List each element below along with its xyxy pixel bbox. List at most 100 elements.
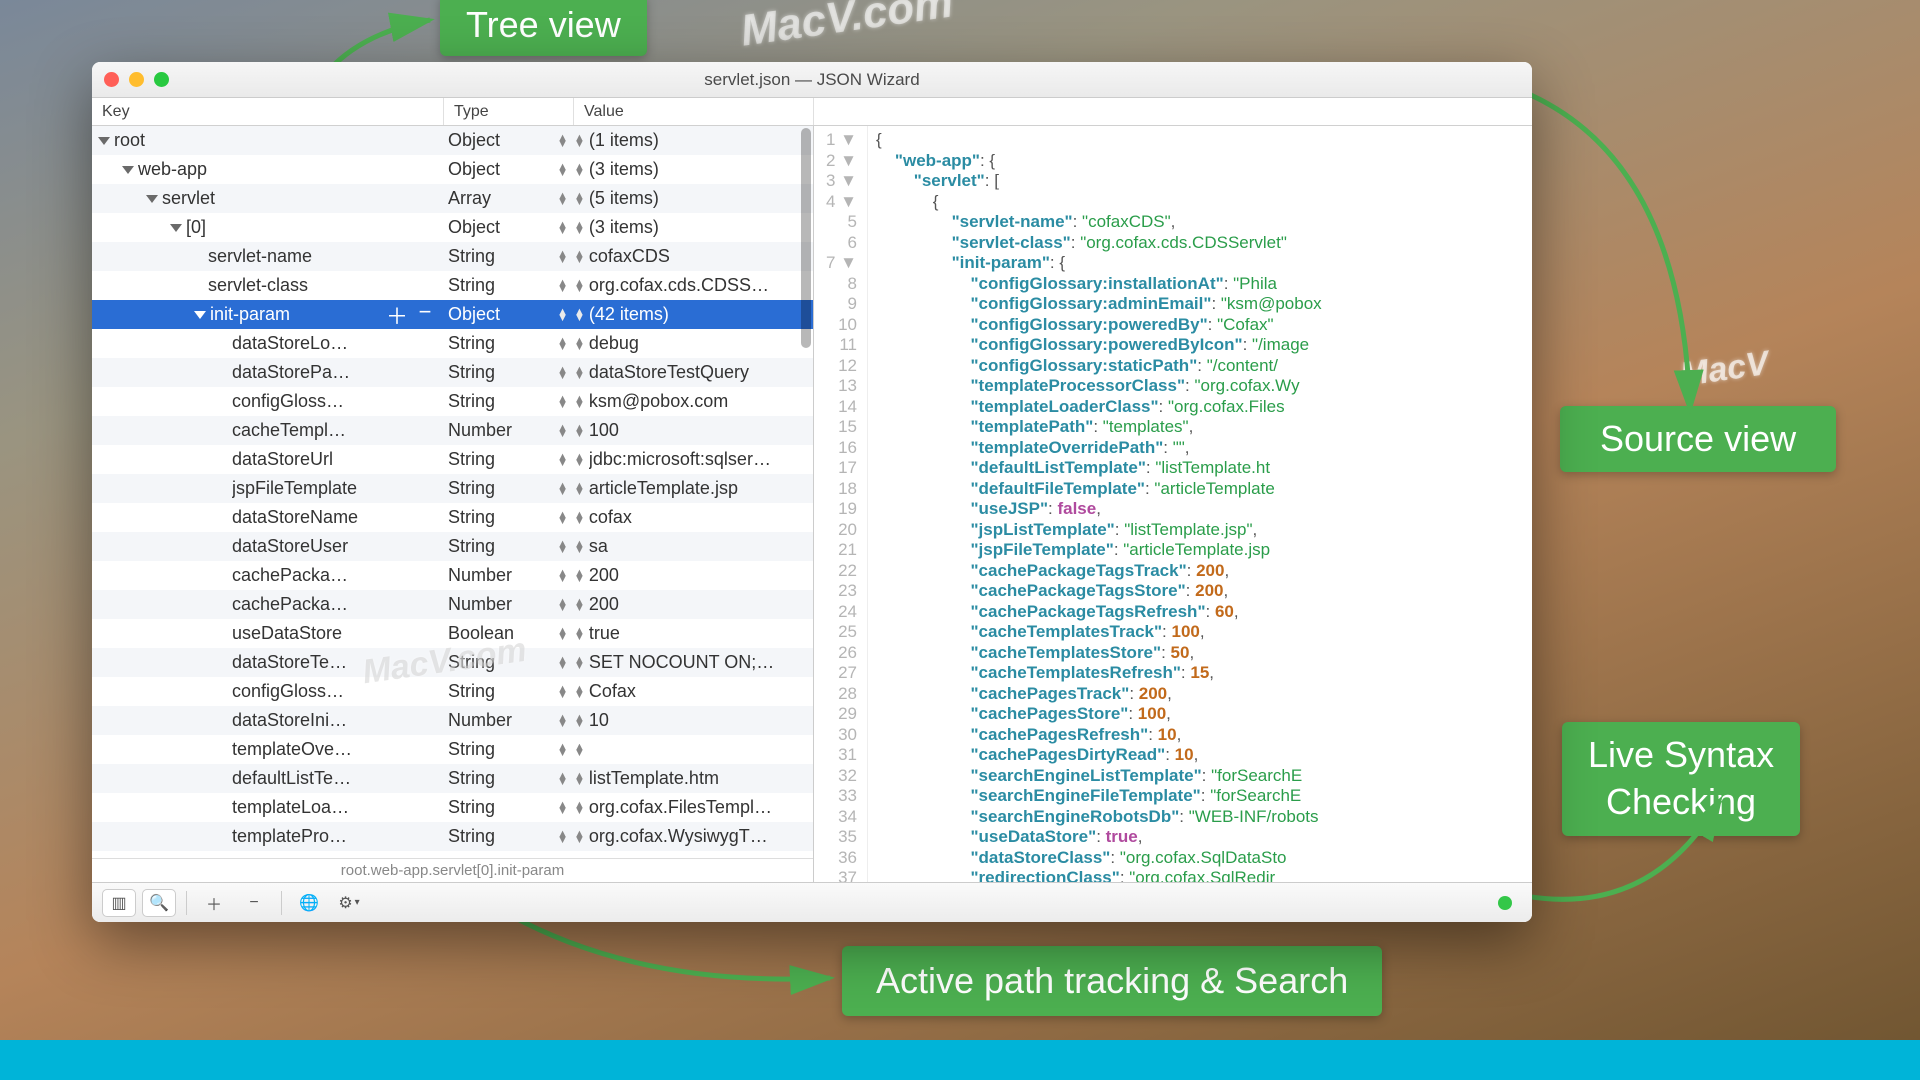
disclosure-triangle-icon[interactable]	[170, 224, 182, 232]
value-label[interactable]: Cofax	[589, 681, 636, 702]
remove-node-button[interactable]: −	[416, 299, 434, 331]
tree-row[interactable]: jspFileTemplateString▲▼▲▼articleTemplate…	[92, 474, 813, 503]
code-line[interactable]: "web-app": {	[876, 151, 1532, 172]
source-pane[interactable]: 1 ▼2 ▼3 ▼4 ▼567 ▼89101112131415161718192…	[814, 126, 1532, 882]
type-select[interactable]: String	[448, 536, 495, 557]
disclosure-triangle-icon[interactable]	[146, 195, 158, 203]
type-select[interactable]: Number	[448, 565, 512, 586]
type-select[interactable]: String	[448, 507, 495, 528]
type-select[interactable]: Object	[448, 304, 500, 325]
value-label[interactable]: cofax	[589, 507, 632, 528]
tree-row[interactable]: dataStoreLo…String▲▼▲▼debug	[92, 329, 813, 358]
code-line[interactable]: "searchEngineFileTemplate": "forSearchE	[876, 786, 1532, 807]
code-line[interactable]: "configGlossary:poweredBy": "Cofax"	[876, 315, 1532, 336]
code-line[interactable]: "servlet-class": "org.cofax.cds.CDSServl…	[876, 233, 1532, 254]
value-label[interactable]: org.cofax.WysiwygT…	[589, 826, 768, 847]
type-select[interactable]: Object	[448, 130, 500, 151]
value-label[interactable]: 200	[589, 594, 619, 615]
value-label[interactable]: 10	[589, 710, 609, 731]
code-line[interactable]: "dataStoreClass": "org.cofax.SqlDataSto	[876, 848, 1532, 869]
type-select[interactable]: String	[448, 246, 495, 267]
type-select[interactable]: Array	[448, 188, 491, 209]
tree-row[interactable]: templateOve…String▲▼▲▼	[92, 735, 813, 764]
value-label[interactable]: true	[589, 623, 620, 644]
code-line[interactable]: "cachePagesRefresh": 10,	[876, 725, 1532, 746]
code-line[interactable]: "templateOverridePath": "",	[876, 438, 1532, 459]
code-line[interactable]: "cachePagesTrack": 200,	[876, 684, 1532, 705]
type-select[interactable]: String	[448, 797, 495, 818]
code-line[interactable]: "useDataStore": true,	[876, 827, 1532, 848]
add-button[interactable]: ＋	[197, 889, 231, 917]
tree-row[interactable]: templatePro…String▲▼▲▼org.cofax.WysiwygT…	[92, 822, 813, 851]
value-label[interactable]: 100	[589, 420, 619, 441]
code-line[interactable]: "redirectionClass": "org.cofax.SqlRedir	[876, 868, 1532, 882]
code-line[interactable]: "cachePackageTagsRefresh": 60,	[876, 602, 1532, 623]
line-number[interactable]: 1 ▼	[814, 130, 857, 151]
value-label[interactable]: (1 items)	[589, 130, 659, 151]
code-line[interactable]: "servlet": [	[876, 171, 1532, 192]
code-line[interactable]: "useJSP": false,	[876, 499, 1532, 520]
tree-row[interactable]: servlet-nameString▲▼▲▼cofaxCDS	[92, 242, 813, 271]
header-type[interactable]: Type	[444, 98, 574, 125]
value-label[interactable]: articleTemplate.jsp	[589, 478, 738, 499]
code-line[interactable]: "defaultFileTemplate": "articleTemplate	[876, 479, 1532, 500]
type-select[interactable]: Object	[448, 217, 500, 238]
code-line[interactable]: "searchEngineListTemplate": "forSearchE	[876, 766, 1532, 787]
type-select[interactable]: String	[448, 478, 495, 499]
code-line[interactable]: "cachePagesDirtyRead": 10,	[876, 745, 1532, 766]
tree-row[interactable]: defaultListTe…String▲▼▲▼listTemplate.htm	[92, 764, 813, 793]
tree-row[interactable]: cachePacka…Number▲▼▲▼200	[92, 561, 813, 590]
tree-row[interactable]: dataStoreUserString▲▼▲▼sa	[92, 532, 813, 561]
value-label[interactable]: org.cofax.cds.CDSS…	[589, 275, 769, 296]
tree-row[interactable]: [0]Object▲▼▲▼(3 items)	[92, 213, 813, 242]
type-select[interactable]: Number	[448, 710, 512, 731]
code-line[interactable]: "configGlossary:staticPath": "/content/	[876, 356, 1532, 377]
code-line[interactable]: "cachePackageTagsStore": 200,	[876, 581, 1532, 602]
type-select[interactable]: Boolean	[448, 623, 514, 644]
code-line[interactable]: {	[876, 192, 1532, 213]
titlebar[interactable]: servlet.json — JSON Wizard	[92, 62, 1532, 98]
header-key[interactable]: Key	[92, 98, 444, 125]
type-select[interactable]: String	[448, 739, 495, 760]
code-line[interactable]: "templatePath": "templates",	[876, 417, 1532, 438]
type-select[interactable]: Object	[448, 159, 500, 180]
value-label[interactable]: (3 items)	[589, 217, 659, 238]
disclosure-triangle-icon[interactable]	[98, 137, 110, 145]
code-line[interactable]: "init-param": {	[876, 253, 1532, 274]
code-line[interactable]: "cacheTemplatesStore": 50,	[876, 643, 1532, 664]
type-select[interactable]: Number	[448, 594, 512, 615]
tree-row[interactable]: templateLoa…String▲▼▲▼org.cofax.FilesTem…	[92, 793, 813, 822]
value-label[interactable]: cofaxCDS	[589, 246, 670, 267]
code-line[interactable]: "configGlossary:installationAt": "Phila	[876, 274, 1532, 295]
tree-row[interactable]: dataStoreUrlString▲▼▲▼jdbc:microsoft:sql…	[92, 445, 813, 474]
type-select[interactable]: String	[448, 391, 495, 412]
code-line[interactable]: "cacheTemplatesTrack": 100,	[876, 622, 1532, 643]
line-number[interactable]: 3 ▼	[814, 171, 857, 192]
search-button[interactable]: 🔍	[142, 889, 176, 917]
settings-button[interactable]: ⚙▾	[332, 889, 366, 917]
code-line[interactable]: {	[876, 130, 1532, 151]
value-label[interactable]: dataStoreTestQuery	[589, 362, 749, 383]
tree-row[interactable]: dataStoreIni…Number▲▼▲▼10	[92, 706, 813, 735]
tree-row[interactable]: servlet-classString▲▼▲▼org.cofax.cds.CDS…	[92, 271, 813, 300]
code-line[interactable]: "cachePagesStore": 100,	[876, 704, 1532, 725]
tree-scroll[interactable]: rootObject▲▼▲▼(1 items)web-appObject▲▼▲▼…	[92, 126, 813, 858]
remove-button[interactable]: −	[237, 889, 271, 917]
line-number[interactable]: 4 ▼	[814, 192, 857, 213]
code-line[interactable]: "configGlossary:adminEmail": "ksm@pobox	[876, 294, 1532, 315]
globe-button[interactable]: 🌐	[292, 889, 326, 917]
value-label[interactable]: sa	[589, 536, 608, 557]
code-line[interactable]: "cacheTemplatesRefresh": 15,	[876, 663, 1532, 684]
code-line[interactable]: "templateProcessorClass": "org.cofax.Wy	[876, 376, 1532, 397]
code-line[interactable]: "templateLoaderClass": "org.cofax.Files	[876, 397, 1532, 418]
tree-row[interactable]: configGloss…String▲▼▲▼Cofax	[92, 677, 813, 706]
panes-toggle-button[interactable]: ▥	[102, 889, 136, 917]
value-label[interactable]: jdbc:microsoft:sqlser…	[589, 449, 771, 470]
line-number[interactable]: 2 ▼	[814, 151, 857, 172]
value-label[interactable]: ksm@pobox.com	[589, 391, 728, 412]
tree-row[interactable]: rootObject▲▼▲▼(1 items)	[92, 126, 813, 155]
value-label[interactable]: listTemplate.htm	[589, 768, 719, 789]
code-line[interactable]: "configGlossary:poweredByIcon": "/image	[876, 335, 1532, 356]
add-child-button[interactable]: ＋	[386, 299, 404, 331]
disclosure-triangle-icon[interactable]	[122, 166, 134, 174]
